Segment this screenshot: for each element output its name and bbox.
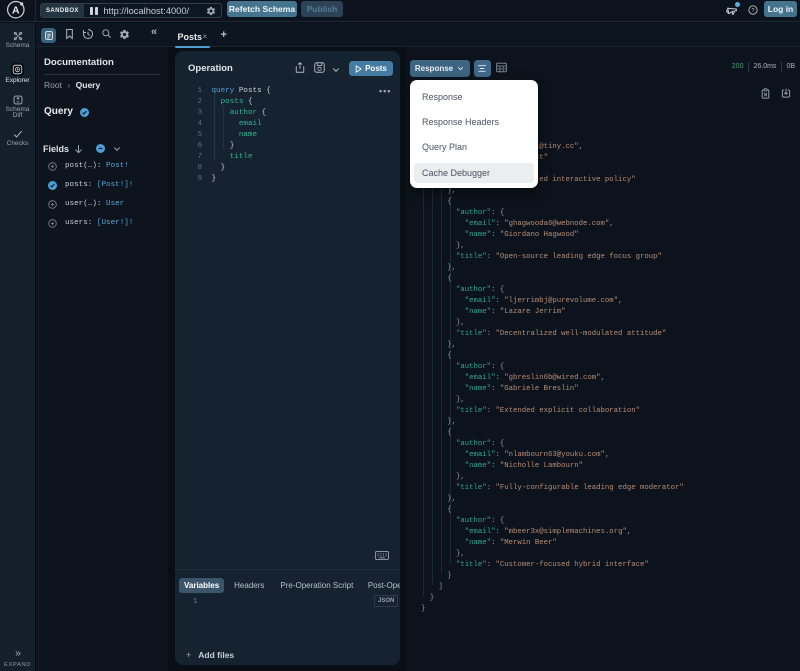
- svg-text:?: ?: [751, 8, 754, 14]
- svg-text:A: A: [12, 4, 20, 16]
